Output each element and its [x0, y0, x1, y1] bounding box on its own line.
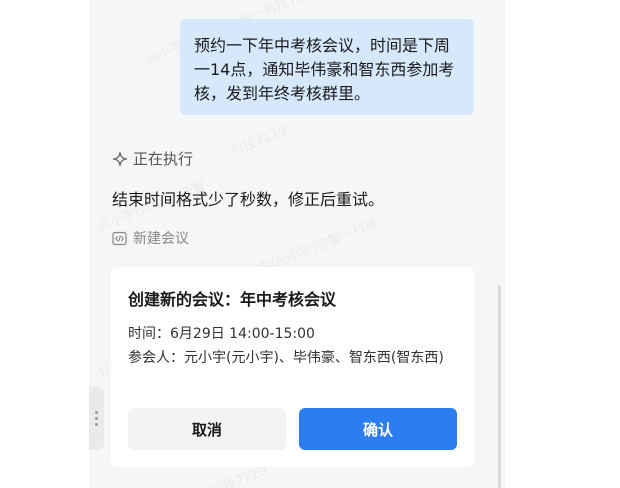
- meeting-attendees: 参会人：元小宇(元小宇)、毕伟豪、智东西(智东西): [128, 350, 444, 366]
- chat-panel: 元小宇(元小宇)@智一科技7129 科技7129 元小宇(元小宇)@智 元小宇(…: [89, 0, 505, 488]
- assistant-message: 结束时间格式少了秒数，修正后重试。: [112, 190, 385, 209]
- user-message-bubble: 预约一下年中考核会议，时间是下周一14点，通知毕伟豪和智东西参加考核，发到年终考…: [180, 19, 474, 115]
- confirm-button[interactable]: 确认: [299, 408, 457, 450]
- meeting-confirm-card: 创建新的会议：年中考核会议 时间：6月29日 14:00-15:00 参会人：元…: [111, 267, 474, 467]
- watermark: 科技7129: [229, 123, 290, 160]
- status-label: 正在执行: [133, 150, 194, 168]
- meeting-time: 时间：6月29日 14:00-15:00: [128, 326, 315, 342]
- drag-handle[interactable]: [89, 387, 104, 450]
- card-title: 创建新的会议：年中考核会议: [128, 290, 337, 309]
- cancel-button[interactable]: 取消: [128, 408, 286, 450]
- drag-handle-dots-icon: [95, 411, 98, 426]
- tool-label: 新建会议: [133, 231, 189, 247]
- execution-status: 正在执行: [112, 148, 193, 169]
- sparkle-icon: [112, 151, 128, 166]
- tool-call-row[interactable]: 新建会议: [112, 228, 189, 248]
- code-icon: [112, 231, 127, 245]
- scrollbar[interactable]: [498, 285, 501, 488]
